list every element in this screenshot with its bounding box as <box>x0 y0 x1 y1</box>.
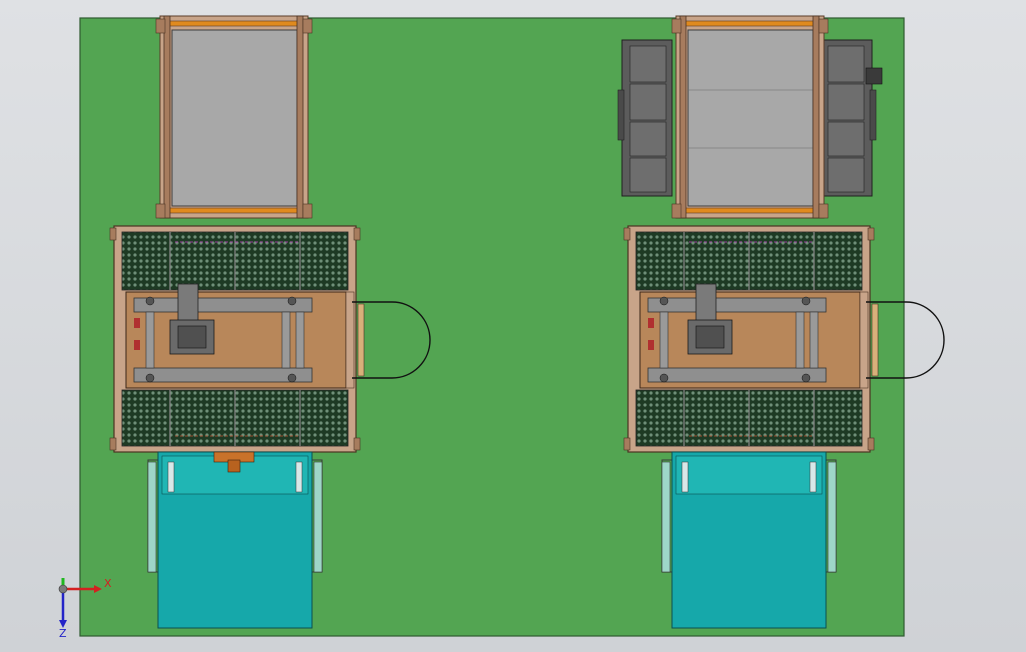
rack-table-left <box>155 15 313 219</box>
z-axis-label: Z <box>59 627 67 640</box>
rack-table-right <box>617 15 883 219</box>
conveyor-right <box>661 451 837 629</box>
rail-bottom <box>167 207 301 214</box>
mesh-station-right <box>623 225 875 453</box>
rail-top <box>167 20 301 27</box>
conveyor-left <box>147 451 323 629</box>
mesh-station-left <box>109 225 361 453</box>
x-axis-label: X <box>104 577 112 590</box>
cad-viewport: X Z <box>58 15 945 640</box>
